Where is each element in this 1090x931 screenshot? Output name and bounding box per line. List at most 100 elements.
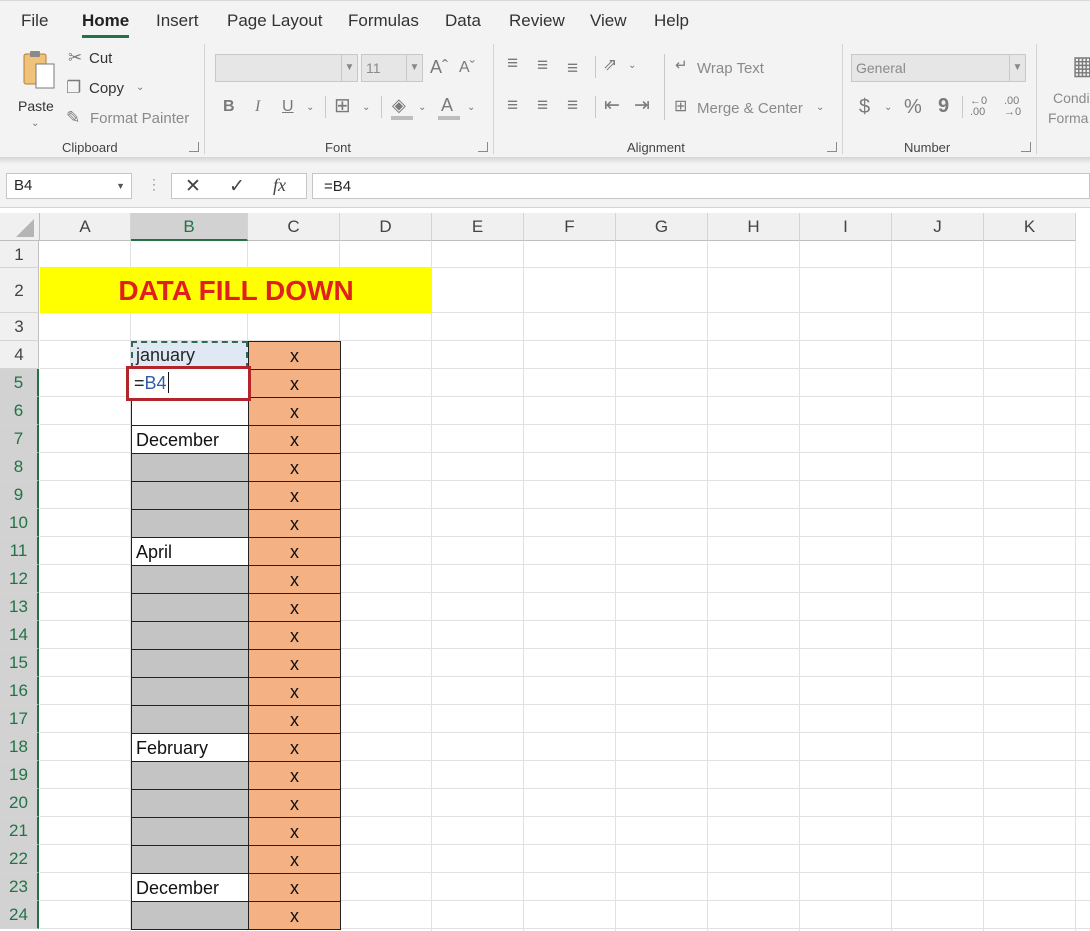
select-all-button[interactable] xyxy=(0,213,40,241)
row-header-23[interactable]: 23 xyxy=(0,873,39,901)
grow-font-icon[interactable]: Aˆ xyxy=(430,58,448,76)
bold-icon[interactable]: B xyxy=(223,99,235,115)
cell-c21[interactable]: x xyxy=(248,817,341,846)
enter-icon[interactable]: ✓ xyxy=(229,177,245,196)
align-center-icon[interactable]: ≡ xyxy=(537,96,548,115)
cell-b22[interactable] xyxy=(131,845,249,874)
cell-c6[interactable]: x xyxy=(248,397,341,426)
conditional-formatting-icon[interactable]: ▦ xyxy=(1072,52,1090,78)
borders-icon[interactable]: ⊞ xyxy=(334,96,351,116)
chevron-down-icon[interactable]: ⌄ xyxy=(467,102,475,113)
cancel-icon[interactable]: ✕ xyxy=(185,177,201,196)
cell-b8[interactable] xyxy=(131,453,249,482)
orientation-icon[interactable]: ⇗ xyxy=(603,56,617,73)
cell-b17[interactable] xyxy=(131,705,249,734)
row-header-12[interactable]: 12 xyxy=(0,565,39,593)
column-header-j[interactable]: J xyxy=(892,213,984,241)
column-header-e[interactable]: E xyxy=(432,213,524,241)
row-header-21[interactable]: 21 xyxy=(0,817,39,845)
cell-c12[interactable]: x xyxy=(248,565,341,594)
cell-c11[interactable]: x xyxy=(248,537,341,566)
cell-b14[interactable] xyxy=(131,621,249,650)
cell-c14[interactable]: x xyxy=(248,621,341,650)
cell-c18[interactable]: x xyxy=(248,733,341,762)
cell-c4[interactable]: x xyxy=(248,341,341,370)
row-header-2[interactable]: 2 xyxy=(0,268,39,313)
column-header-a[interactable]: A xyxy=(40,213,131,241)
align-bottom-icon[interactable]: ≡ xyxy=(567,59,578,78)
name-box[interactable]: B4 ▼ xyxy=(6,173,132,199)
row-header-13[interactable]: 13 xyxy=(0,593,39,621)
row-header-15[interactable]: 15 xyxy=(0,649,39,677)
chevron-down-icon[interactable]: ▼ xyxy=(116,181,125,191)
chevron-down-icon[interactable]: ⌄ xyxy=(362,102,370,113)
paste-button[interactable]: Paste ⌄ xyxy=(14,46,60,129)
cell-c16[interactable]: x xyxy=(248,677,341,706)
row-header-8[interactable]: 8 xyxy=(0,453,39,481)
column-header-k[interactable]: K xyxy=(984,213,1076,241)
cell-b7[interactable]: December xyxy=(131,425,249,454)
row-header-4[interactable]: 4 xyxy=(0,341,39,369)
cell-b21[interactable] xyxy=(131,817,249,846)
row-header-7[interactable]: 7 xyxy=(0,425,39,453)
row-header-6[interactable]: 6 xyxy=(0,397,39,425)
tab-formulas[interactable]: Formulas xyxy=(348,11,419,31)
cell-c20[interactable]: x xyxy=(248,789,341,818)
row-header-9[interactable]: 9 xyxy=(0,481,39,509)
merge-center-button[interactable]: Merge & Center xyxy=(697,100,803,117)
conditional-formatting-label-1[interactable]: Condi xyxy=(1053,90,1090,106)
align-middle-icon[interactable]: ≡ xyxy=(537,56,548,75)
align-right-icon[interactable]: ≡ xyxy=(567,96,578,115)
tab-view[interactable]: View xyxy=(590,11,627,31)
row-header-3[interactable]: 3 xyxy=(0,313,39,341)
cell-b24[interactable] xyxy=(131,901,249,930)
cell-c10[interactable]: x xyxy=(248,509,341,538)
conditional-formatting-label-2[interactable]: Forma xyxy=(1048,110,1088,126)
cell-c24[interactable]: x xyxy=(248,901,341,930)
more-options-icon[interactable]: ⋮ xyxy=(147,177,161,191)
row-header-5[interactable]: 5 xyxy=(0,369,39,397)
copy-button[interactable]: Copy xyxy=(89,80,124,97)
cell-c23[interactable]: x xyxy=(248,873,341,902)
column-header-h[interactable]: H xyxy=(708,213,800,241)
row-header-18[interactable]: 18 xyxy=(0,733,39,761)
column-header-f[interactable]: F xyxy=(524,213,616,241)
column-header-d[interactable]: D xyxy=(340,213,432,241)
shrink-font-icon[interactable]: Aˇ xyxy=(459,60,475,76)
title-cell[interactable]: DATA FILL DOWN xyxy=(40,268,432,313)
row-header-14[interactable]: 14 xyxy=(0,621,39,649)
column-header-c[interactable]: C xyxy=(248,213,340,241)
font-launcher-icon[interactable] xyxy=(478,142,488,152)
chevron-down-icon[interactable]: ⌄ xyxy=(306,102,314,113)
tab-data[interactable]: Data xyxy=(445,11,481,31)
number-launcher-icon[interactable] xyxy=(1021,142,1031,152)
cell-b13[interactable] xyxy=(131,593,249,622)
insert-function-icon[interactable]: fx xyxy=(273,176,286,194)
chevron-down-icon[interactable]: ⌄ xyxy=(884,102,892,113)
format-painter-button[interactable]: Format Painter xyxy=(90,110,189,127)
font-size-select[interactable]: 11 ▼ xyxy=(361,54,423,82)
italic-icon[interactable]: I xyxy=(255,99,260,115)
decrease-indent-icon[interactable]: ⇤ xyxy=(604,96,620,115)
cell-c13[interactable]: x xyxy=(248,593,341,622)
row-header-11[interactable]: 11 xyxy=(0,537,39,565)
row-header-17[interactable]: 17 xyxy=(0,705,39,733)
row-header-1[interactable]: 1 xyxy=(0,241,39,268)
cell-b19[interactable] xyxy=(131,761,249,790)
column-header-i[interactable]: I xyxy=(800,213,892,241)
cell-c17[interactable]: x xyxy=(248,705,341,734)
currency-icon[interactable]: $ xyxy=(859,97,870,117)
row-header-24[interactable]: 24 xyxy=(0,901,39,929)
tab-help[interactable]: Help xyxy=(654,11,689,31)
alignment-launcher-icon[interactable] xyxy=(827,142,837,152)
font-name-select[interactable]: ▼ xyxy=(215,54,358,82)
cell-b23[interactable]: December xyxy=(131,873,249,902)
underline-icon[interactable]: U xyxy=(282,99,294,115)
cell-b9[interactable] xyxy=(131,481,249,510)
tab-page-layout[interactable]: Page Layout xyxy=(227,11,322,31)
row-header-22[interactable]: 22 xyxy=(0,845,39,873)
cell-b6[interactable] xyxy=(131,397,249,426)
font-color-icon[interactable]: A xyxy=(441,96,453,114)
chevron-down-icon[interactable]: ⌄ xyxy=(418,102,426,113)
cell-b15[interactable] xyxy=(131,649,249,678)
